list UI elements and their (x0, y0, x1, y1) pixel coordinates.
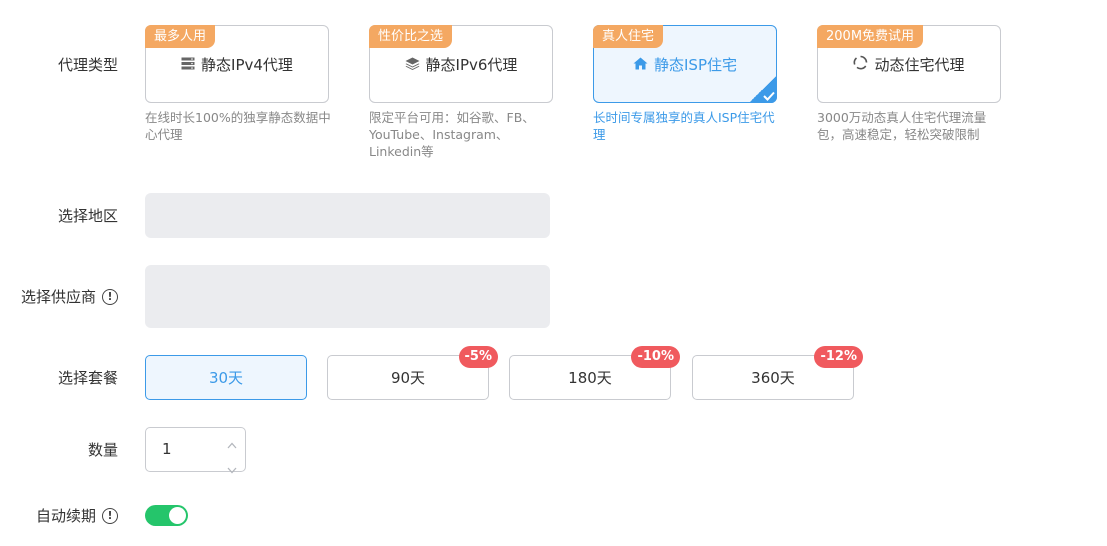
region-label: 选择地区 (57, 207, 118, 225)
provider-select[interactable] (145, 265, 550, 328)
card-static-ipv6[interactable]: 性价比之选 静态IPv6代理 (369, 25, 553, 103)
server-icon (181, 56, 195, 74)
layers-icon (405, 56, 420, 74)
card-desc-dynamic-residential: 3000万动态真人住宅代理流量包，高速稳定，轻松突破限制 (817, 110, 987, 142)
chevron-up-icon[interactable] (227, 434, 237, 453)
package-90-days[interactable]: 90天 -5% (327, 346, 498, 400)
package-360-days[interactable]: 360天 -12% (692, 346, 863, 400)
info-icon[interactable]: ! (102, 507, 118, 524)
card-static-ipv4[interactable]: 最多人用 静态IPv4代理 (145, 25, 329, 103)
package-label: 180天 (568, 369, 612, 387)
discount-badge: -12% (814, 346, 863, 368)
badge-real-residential: 真人住宅 (593, 25, 664, 48)
card-static-isp[interactable]: 真人住宅 静态ISP住宅 (593, 25, 777, 103)
auto-renew-label: 自动续期 ! (36, 505, 118, 526)
provider-label: 选择供应商 ! (21, 286, 118, 307)
check-icon (749, 75, 777, 103)
toggle-knob (169, 507, 186, 524)
chevron-down-icon[interactable] (227, 459, 237, 478)
package-label: 30天 (208, 369, 244, 387)
proxy-type-label: 代理类型 (57, 56, 118, 74)
card-desc-static-ipv6: 限定平台可用：如谷歌、FB、YouTube、Instagram、Linkedin… (369, 110, 535, 159)
discount-badge: -10% (631, 346, 680, 368)
quantity-stepper (145, 427, 246, 474)
badge-free-trial: 200M免费试用 (817, 25, 924, 48)
package-label: 360天 (751, 369, 795, 387)
package-label: 选择套餐 (57, 369, 118, 387)
quantity-input[interactable] (162, 440, 212, 458)
region-select[interactable] (145, 193, 550, 238)
badge-best-value: 性价比之选 (369, 25, 453, 48)
quantity-label: 数量 (87, 441, 118, 459)
package-label: 90天 (390, 369, 426, 387)
card-desc-static-isp: 长时间专属独享的真人ISP住宅代理 (593, 110, 775, 142)
card-title: 动态住宅代理 (874, 56, 965, 74)
badge-most-used: 最多人用 (145, 25, 216, 48)
discount-badge: -5% (458, 346, 498, 368)
info-icon[interactable]: ! (102, 288, 118, 305)
card-title: 静态ISP住宅 (654, 56, 737, 74)
card-title: 静态IPv6代理 (425, 56, 518, 74)
card-desc-static-ipv4: 在线时长100%的独享静态数据中心代理 (145, 110, 331, 142)
refresh-icon (853, 55, 868, 74)
package-30-days[interactable]: 30天 (145, 355, 307, 400)
package-180-days[interactable]: 180天 -10% (509, 346, 680, 400)
auto-renew-toggle[interactable] (145, 505, 188, 526)
card-title: 静态IPv4代理 (201, 56, 293, 74)
home-icon (633, 56, 648, 74)
card-dynamic-residential[interactable]: 200M免费试用 动态住宅代理 (817, 25, 1001, 103)
